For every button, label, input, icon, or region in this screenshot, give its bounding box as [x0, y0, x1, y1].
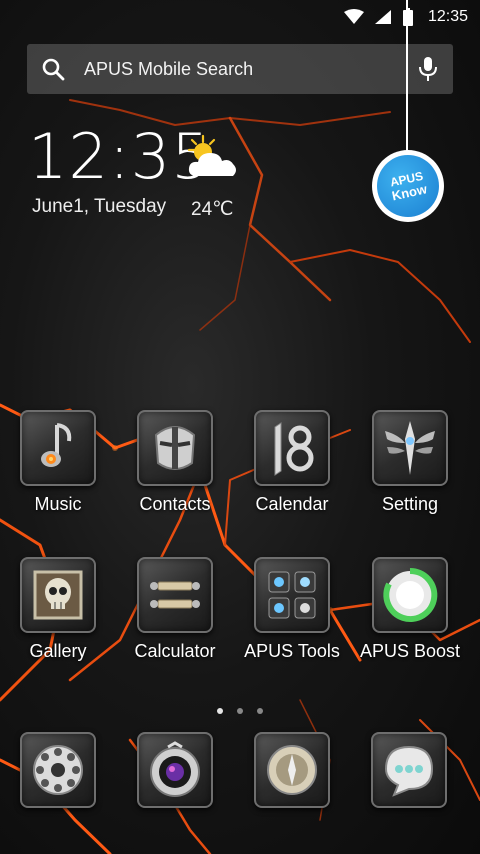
music-note-icon[interactable] [20, 410, 96, 486]
app-label: APUS Boost [359, 641, 461, 661]
app-label: Music [34, 494, 82, 514]
page-dot [257, 708, 263, 714]
dock-camera-lens-icon[interactable] [137, 732, 213, 808]
page-indicator [0, 708, 480, 714]
temperature-text: 24℃ [191, 199, 234, 220]
partly-cloudy-icon[interactable] [183, 134, 241, 182]
app-apus-tools[interactable]: APUS Tools [232, 557, 352, 677]
app-apus-boost[interactable]: APUS Boost [350, 557, 470, 677]
cell-signal-icon [374, 9, 392, 25]
tools-grid-icon[interactable] [254, 557, 330, 633]
app-label: Contacts [139, 494, 211, 514]
app-label: Gallery [29, 641, 87, 661]
app-label: Calendar [255, 494, 329, 514]
search-input[interactable]: APUS Mobile Search [84, 59, 417, 80]
calendar-18-icon[interactable] [254, 410, 330, 486]
status-bar: 12:35 [0, 0, 480, 33]
boost-ring-icon[interactable] [372, 557, 448, 633]
dock-browser-compass-icon[interactable] [254, 732, 330, 808]
date-text: June1, Tuesday [32, 196, 167, 217]
app-label: Calculator [134, 641, 216, 661]
skull-frame-icon[interactable] [20, 557, 96, 633]
apus-know-string [406, 0, 408, 158]
app-setting[interactable]: Setting [350, 410, 470, 530]
page-dot [237, 708, 243, 714]
dock-phone-dialer-icon[interactable] [20, 732, 96, 808]
winged-blade-icon[interactable] [372, 410, 448, 486]
status-time: 12:35 [427, 7, 468, 25]
mic-icon[interactable] [417, 56, 439, 82]
app-label: APUS Tools [244, 641, 340, 661]
app-label: Setting [381, 494, 439, 514]
knight-helmet-icon[interactable] [137, 410, 213, 486]
app-calendar[interactable]: Calendar [232, 410, 352, 530]
page-dot-active [217, 708, 223, 714]
wifi-icon [343, 8, 364, 25]
app-gallery[interactable]: Gallery [0, 557, 118, 677]
apus-know-button[interactable]: APUS Know [371, 149, 445, 223]
app-contacts[interactable]: Contacts [115, 410, 235, 530]
app-music[interactable]: Music [0, 410, 118, 530]
scroll-bars-icon[interactable] [137, 557, 213, 633]
app-calculator[interactable]: Calculator [115, 557, 235, 677]
dock-messages-bubble-icon[interactable] [371, 732, 447, 808]
search-icon[interactable] [41, 57, 65, 81]
search-bar[interactable]: APUS Mobile Search [27, 44, 453, 94]
